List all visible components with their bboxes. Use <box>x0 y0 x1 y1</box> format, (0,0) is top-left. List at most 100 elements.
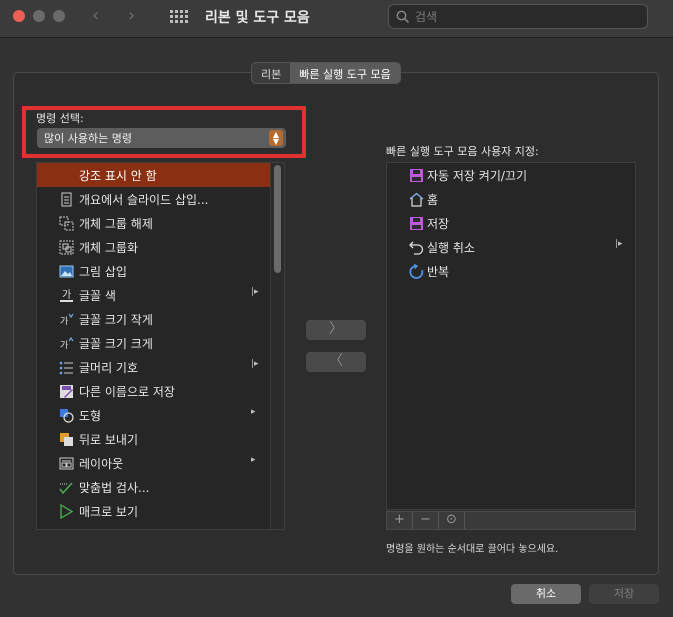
submenu-arrow-icon: |▸ <box>251 359 259 369</box>
list-item[interactable]: 도형 ▸ <box>37 403 284 427</box>
list-item[interactable] <box>37 523 284 530</box>
list-item-label: 반복 <box>427 265 450 279</box>
list-item-label: 도형 <box>79 409 102 423</box>
choose-commands-select[interactable]: 많이 사용하는 명령 ▲ ▼ <box>37 128 286 148</box>
list-item-label: 매크로 보기 <box>79 505 139 519</box>
list-item[interactable]: 개체 그룹 해제 <box>37 211 284 235</box>
list-item[interactable]: 자동 저장 켜기/끄기 <box>387 163 635 187</box>
list-item[interactable]: 저장 <box>387 211 635 235</box>
bullets-icon <box>59 361 73 375</box>
list-item[interactable]: 매크로 보기 <box>37 499 284 523</box>
list-item-label: 레이아웃 <box>79 457 124 471</box>
redo-icon <box>409 264 424 279</box>
close-window-button[interactable] <box>13 10 25 22</box>
add-command-button[interactable]: 〉 <box>306 320 366 340</box>
list-item-label: 홈 <box>427 193 439 207</box>
svg-text:가: 가 <box>62 289 71 301</box>
cancel-button[interactable]: 취소 <box>511 584 581 604</box>
font-size-decrease-icon: 가 <box>60 313 74 327</box>
list-item[interactable]: 개체 그룹화 <box>37 235 284 259</box>
layout-icon <box>59 457 74 470</box>
list-item-label: 글꼴 크기 크게 <box>79 337 153 351</box>
drag-hint-text: 명령을 원하는 순서대로 끌어다 놓으세요. <box>386 544 559 555</box>
minimize-window-button[interactable] <box>33 10 45 22</box>
send-backward-icon <box>60 433 73 446</box>
list-item-label: 뒤로 보내기 <box>79 433 139 447</box>
list-item-label: 글머리 기호 <box>79 361 139 375</box>
submenu-arrow-icon: ▸ <box>251 407 256 417</box>
list-item[interactable]: 가 글꼴 크기 크게 <box>37 331 284 355</box>
zoom-window-button[interactable] <box>53 10 65 22</box>
choose-commands-value: 많이 사용하는 명령 <box>44 132 132 145</box>
list-item-label: 저장 <box>427 217 450 231</box>
list-item-label: 개요에서 슬라이드 삽입... <box>79 193 209 207</box>
list-item[interactable]: 반복 <box>387 259 635 283</box>
spelling-icon <box>59 482 73 495</box>
list-item-label: 강조 표시 안 함 <box>79 169 157 183</box>
home-icon <box>409 192 424 207</box>
list-item-label: 실행 취소 <box>427 241 475 255</box>
submenu-arrow-icon: |▸ <box>251 287 259 297</box>
choose-commands-label: 명령 선택: <box>36 112 84 125</box>
picture-icon <box>59 265 74 278</box>
list-item[interactable]: 다른 이름으로 저장 <box>37 379 284 403</box>
font-color-icon: 가 <box>60 289 73 302</box>
remove-command-button[interactable]: 〈 <box>306 352 366 372</box>
tab-segmented-control: 리본 빠른 실행 도구 모음 <box>251 62 401 84</box>
list-item[interactable]: 실행 취소 |▸ <box>387 235 635 259</box>
command-list[interactable]: 강조 표시 안 함 개요에서 슬라이드 삽입... 개체 그룹 해제 개체 그룹… <box>36 162 285 530</box>
list-item[interactable]: 레이아웃 ▸ <box>37 451 284 475</box>
tab-quick-access-toolbar[interactable]: 빠른 실행 도구 모음 <box>290 63 400 83</box>
list-item-label: 글꼴 색 <box>79 289 116 303</box>
ungroup-icon <box>59 216 74 231</box>
tab-ribbon[interactable]: 리본 <box>252 63 290 83</box>
list-item[interactable]: 가 글꼴 크기 작게 <box>37 307 284 331</box>
group-icon <box>59 240 74 255</box>
window-title: 리본 및 도구 모음 <box>205 10 310 26</box>
chevron-updown-icon: ▲ ▼ <box>269 130 283 146</box>
save-button[interactable]: 저장 <box>589 584 659 604</box>
autosave-icon <box>410 169 423 182</box>
list-item-label: 개체 그룹화 <box>79 241 139 255</box>
qat-toolbar: + − ⊙ <box>386 511 636 530</box>
list-item[interactable]: 홈 <box>387 187 635 211</box>
macro-play-icon <box>60 504 74 519</box>
scrollbar-thumb[interactable] <box>274 165 281 273</box>
document-icon <box>61 192 72 207</box>
list-item[interactable]: 맞춤법 검사... <box>37 475 284 499</box>
font-size-increase-icon: 가 <box>60 336 74 351</box>
command-list-scrollbar[interactable] <box>270 163 284 529</box>
submenu-arrow-icon: |▸ <box>615 239 623 249</box>
save-as-icon <box>60 385 73 398</box>
save-icon <box>410 217 423 230</box>
list-item-label: 그림 삽입 <box>79 265 127 279</box>
more-options-icon[interactable]: ⊙ <box>439 512 465 529</box>
qat-customize-label: 빠른 실행 도구 모음 사용자 지정: <box>386 145 539 158</box>
list-item-label: 맞춤법 검사... <box>79 481 150 495</box>
add-item-button[interactable]: + <box>387 512 413 529</box>
show-all-grid-icon[interactable] <box>170 10 188 24</box>
list-item[interactable]: 개요에서 슬라이드 삽입... <box>37 187 284 211</box>
qat-list[interactable]: 자동 저장 켜기/끄기 홈 저장 실행 취소 |▸ 반복 <box>386 162 636 510</box>
search-field[interactable] <box>388 4 648 29</box>
submenu-arrow-icon: ▸ <box>251 455 256 465</box>
list-item-label: 다른 이름으로 저장 <box>79 385 175 399</box>
list-item-label: 글꼴 크기 작게 <box>79 313 153 327</box>
svg-text:가: 가 <box>60 316 68 327</box>
list-item[interactable]: 뒤로 보내기 <box>37 427 284 451</box>
search-input[interactable] <box>415 8 635 26</box>
list-item[interactable]: 강조 표시 안 함 <box>37 163 284 187</box>
title-bar: ‹ › 리본 및 도구 모음 <box>0 0 673 38</box>
remove-item-button[interactable]: − <box>413 512 439 529</box>
forward-arrow-icon[interactable]: › <box>128 5 135 26</box>
list-item[interactable]: 글머리 기호 |▸ <box>37 355 284 379</box>
back-arrow-icon[interactable]: ‹ <box>92 5 99 26</box>
partial-icon <box>59 528 74 530</box>
list-item[interactable]: 그림 삽입 <box>37 259 284 283</box>
list-item-label: 자동 저장 켜기/끄기 <box>427 169 527 183</box>
list-item[interactable]: 가 글꼴 색 |▸ <box>37 283 284 307</box>
undo-icon <box>409 241 424 255</box>
search-icon <box>396 10 410 24</box>
shapes-icon <box>60 409 74 423</box>
svg-text:가: 가 <box>60 340 68 351</box>
